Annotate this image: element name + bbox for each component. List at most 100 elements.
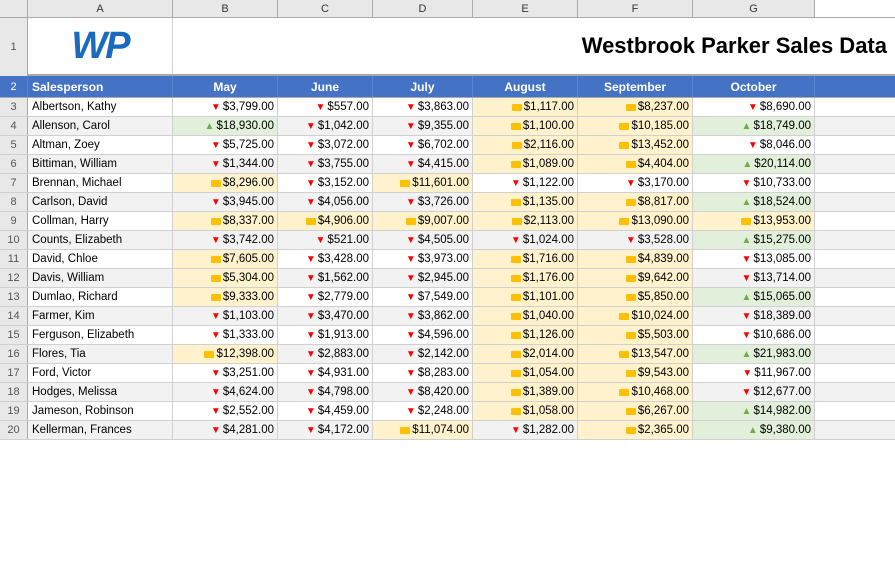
row-num: 7	[0, 174, 28, 192]
may-value: $8,296.00	[173, 174, 278, 192]
june-value: ▼$2,779.00	[278, 288, 373, 306]
july-value: ▼$9,355.00	[373, 117, 473, 135]
august-value: $1,054.00	[473, 364, 578, 382]
salesperson-name: Carlson, David	[28, 193, 173, 211]
salesperson-name: Flores, Tia	[28, 345, 173, 363]
salesperson-name: Ferguson, Elizabeth	[28, 326, 173, 344]
june-value: ▼$3,470.00	[278, 307, 373, 325]
may-value: $8,337.00	[173, 212, 278, 230]
spreadsheet: A B C D E F G 1 WP Westbrook Parker Sale…	[0, 0, 895, 440]
june-value: ▼$557.00	[278, 98, 373, 116]
june-value: ▼$1,042.00	[278, 117, 373, 135]
july-value: $11,074.00	[373, 421, 473, 439]
august-value: $1,126.00	[473, 326, 578, 344]
july-value: ▼$8,283.00	[373, 364, 473, 382]
may-value: $5,304.00	[173, 269, 278, 287]
column-letters-row: A B C D E F G	[0, 0, 895, 18]
august-value: $1,058.00	[473, 402, 578, 420]
row-num: 13	[0, 288, 28, 306]
table-row: 7 Brennan, Michael $8,296.00 ▼$3,152.00 …	[0, 174, 895, 193]
title-row: 1 WP Westbrook Parker Sales Data	[0, 18, 895, 76]
salesperson-name: Allenson, Carol	[28, 117, 173, 135]
col-letter-a[interactable]: A	[28, 0, 173, 17]
header-may[interactable]: May	[173, 76, 278, 97]
col-letter-b[interactable]: B	[173, 0, 278, 17]
header-august[interactable]: August	[473, 76, 578, 97]
may-value: ▼$1,103.00	[173, 307, 278, 325]
august-value: $1,100.00	[473, 117, 578, 135]
june-value: ▼$4,931.00	[278, 364, 373, 382]
july-value: ▼$4,415.00	[373, 155, 473, 173]
june-value: ▼$3,755.00	[278, 155, 373, 173]
september-value: $5,503.00	[578, 326, 693, 344]
header-september[interactable]: September	[578, 76, 693, 97]
july-value: ▼$3,973.00	[373, 250, 473, 268]
row-num: 3	[0, 98, 28, 116]
salesperson-name: Bittiman, William	[28, 155, 173, 173]
row-num: 9	[0, 212, 28, 230]
table-row: 15 Ferguson, Elizabeth ▼$1,333.00 ▼$1,91…	[0, 326, 895, 345]
june-value: ▼$3,072.00	[278, 136, 373, 154]
august-value: $1,135.00	[473, 193, 578, 211]
june-value: ▼$3,152.00	[278, 174, 373, 192]
table-row: 14 Farmer, Kim ▼$1,103.00 ▼$3,470.00 ▼$3…	[0, 307, 895, 326]
august-value: $1,040.00	[473, 307, 578, 325]
row-num: 18	[0, 383, 28, 401]
june-value: ▼$2,883.00	[278, 345, 373, 363]
row-num-1: 1	[0, 18, 28, 76]
table-row: 6 Bittiman, William ▼$1,344.00 ▼$3,755.0…	[0, 155, 895, 174]
corner-cell	[0, 0, 28, 17]
row-num: 4	[0, 117, 28, 135]
october-value: ▼$12,677.00	[693, 383, 815, 401]
col-letter-g[interactable]: G	[693, 0, 815, 17]
salesperson-name: Hodges, Melissa	[28, 383, 173, 401]
may-value: ▼$3,251.00	[173, 364, 278, 382]
september-value: $5,850.00	[578, 288, 693, 306]
june-value: ▼$4,056.00	[278, 193, 373, 211]
may-value: $7,605.00	[173, 250, 278, 268]
col-letter-e[interactable]: E	[473, 0, 578, 17]
table-row: 17 Ford, Victor ▼$3,251.00 ▼$4,931.00 ▼$…	[0, 364, 895, 383]
header-july[interactable]: July	[373, 76, 473, 97]
october-value: ▲$9,380.00	[693, 421, 815, 439]
col-letter-f[interactable]: F	[578, 0, 693, 17]
may-value: ▼$1,333.00	[173, 326, 278, 344]
july-value: ▼$3,863.00	[373, 98, 473, 116]
salesperson-name: Collman, Harry	[28, 212, 173, 230]
col-letter-c[interactable]: C	[278, 0, 373, 17]
table-row: 10 Counts, Elizabeth ▼$3,742.00 ▼$521.00…	[0, 231, 895, 250]
salesperson-name: Altman, Zoey	[28, 136, 173, 154]
salesperson-name: Counts, Elizabeth	[28, 231, 173, 249]
table-row: 13 Dumlao, Richard $9,333.00 ▼$2,779.00 …	[0, 288, 895, 307]
october-value: ▼$8,690.00	[693, 98, 815, 116]
row-num: 17	[0, 364, 28, 382]
august-value: $1,117.00	[473, 98, 578, 116]
may-value: ▼$2,552.00	[173, 402, 278, 420]
logo: WP	[71, 25, 128, 68]
september-value: $4,839.00	[578, 250, 693, 268]
october-value: $13,953.00	[693, 212, 815, 230]
col-letter-d[interactable]: D	[373, 0, 473, 17]
page-title: Westbrook Parker Sales Data	[582, 33, 887, 59]
row-num: 16	[0, 345, 28, 363]
may-value: $9,333.00	[173, 288, 278, 306]
salesperson-name: Ford, Victor	[28, 364, 173, 382]
september-value: $4,404.00	[578, 155, 693, 173]
table-row: 3 Albertson, Kathy ▼$3,799.00 ▼$557.00 ▼…	[0, 98, 895, 117]
table-row: 4 Allenson, Carol ▲$18,930.00 ▼$1,042.00…	[0, 117, 895, 136]
october-value: ▼$8,046.00	[693, 136, 815, 154]
row-num: 10	[0, 231, 28, 249]
august-value: ▼$1,282.00	[473, 421, 578, 439]
header-june[interactable]: June	[278, 76, 373, 97]
october-value: ▲$18,524.00	[693, 193, 815, 211]
header-salesperson[interactable]: Salesperson	[28, 76, 173, 97]
header-october[interactable]: October	[693, 76, 815, 97]
table-row: 16 Flores, Tia $12,398.00 ▼$2,883.00 ▼$2…	[0, 345, 895, 364]
salesperson-name: Brennan, Michael	[28, 174, 173, 192]
october-value: ▲$14,982.00	[693, 402, 815, 420]
july-value: $11,601.00	[373, 174, 473, 192]
june-value: $4,906.00	[278, 212, 373, 230]
august-value: $1,389.00	[473, 383, 578, 401]
july-value: ▼$2,945.00	[373, 269, 473, 287]
title-cell: Westbrook Parker Sales Data	[173, 18, 895, 74]
